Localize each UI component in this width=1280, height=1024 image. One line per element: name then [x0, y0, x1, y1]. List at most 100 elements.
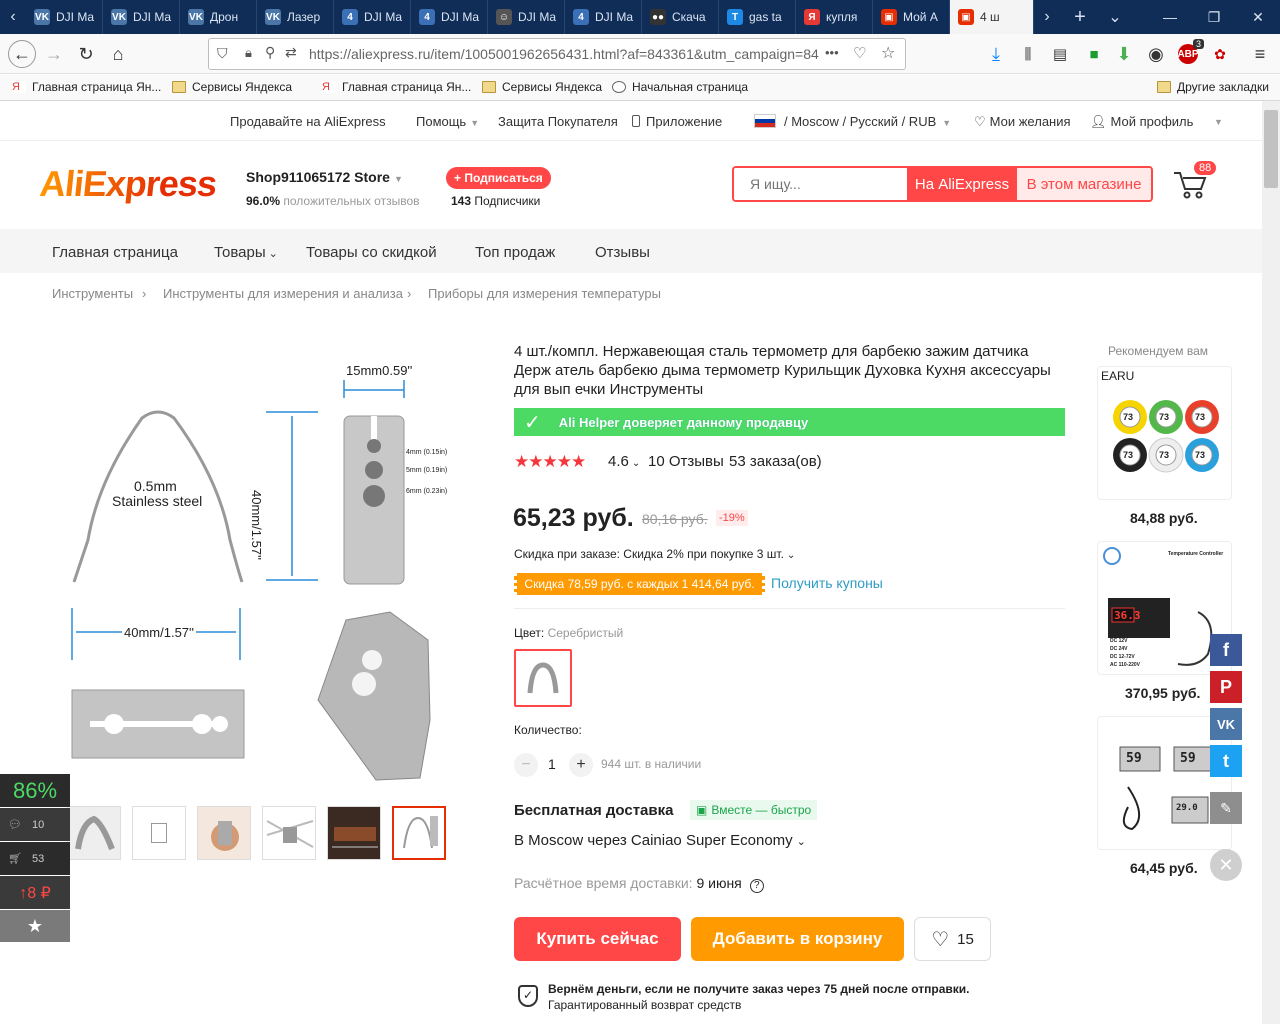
browser-tab[interactable]: ▣ Мой А [873, 0, 950, 34]
aliexpress-logo[interactable]: AliExpress [38, 163, 218, 205]
buyer-protection-link[interactable]: Защита Покупателя [498, 114, 618, 129]
cart-icon[interactable]: 88 [1172, 161, 1217, 208]
quantity-input[interactable]: 1 [548, 756, 556, 772]
browser-tab[interactable]: ☺ DJI Ma [488, 0, 565, 34]
color-option-selected[interactable] [514, 649, 572, 707]
nav-top-sales[interactable]: Топ продаж [475, 244, 555, 261]
shield-icon[interactable]: ⛉ [217, 45, 228, 62]
rating-stars[interactable]: ★★★★★ [514, 452, 586, 472]
product-main-image[interactable]: 15mm0.59'' 40mm/1.57'' 40mm/1.57'' 0.5mm… [50, 340, 450, 790]
sidebar-icon[interactable]: ▤ [1048, 42, 1072, 66]
buy-now-button[interactable]: Купить сейчас [514, 917, 681, 961]
add-to-cart-button[interactable]: Добавить в корзину [691, 917, 904, 961]
region-selector[interactable]: / Moscow / Русский / RUB ▼ [754, 114, 951, 129]
thumbnail[interactable] [132, 806, 186, 860]
page-scrollbar[interactable] [1262, 101, 1280, 1024]
breadcrumb-item[interactable]: Инструменты для измерения и анализа [163, 286, 403, 301]
pinterest-share-icon[interactable]: P [1210, 671, 1242, 703]
pocket-icon[interactable]: ♡ [853, 44, 866, 62]
edit-icon[interactable]: ✎ [1210, 792, 1242, 824]
nav-home[interactable]: Главная страница [52, 244, 178, 261]
extension-icon[interactable]: ✿ [1208, 42, 1232, 66]
home-button[interactable]: ⌂ [106, 42, 130, 66]
chevron-down-icon[interactable]: ▼ [1214, 117, 1223, 127]
bookmark-item[interactable]: Сервисы Яндекса [482, 80, 602, 94]
thumbnail[interactable] [197, 806, 251, 860]
shipping-method[interactable]: В Moscow через Cainiao Super Economy ⌄ [514, 832, 806, 849]
wishlist-button[interactable]: ♡ 15 [914, 917, 991, 961]
reviews-count[interactable]: 10 Отзывы [648, 453, 724, 470]
browser-tab[interactable]: 4 DJI Ma [411, 0, 488, 34]
reload-button[interactable]: ↻ [74, 42, 98, 66]
facebook-share-icon[interactable]: f [1210, 634, 1242, 666]
nav-products[interactable]: Товары ⌄ [214, 244, 278, 261]
helper-favorite[interactable]: ★ [0, 910, 70, 942]
menu-icon[interactable]: ≡ [1248, 42, 1272, 66]
nav-discounts[interactable]: Товары со скидкой [306, 244, 437, 261]
tab-scroll-right-icon[interactable]: › [1034, 0, 1060, 34]
twitter-share-icon[interactable]: t [1210, 745, 1242, 777]
browser-tab[interactable]: VK Лазер [257, 0, 334, 34]
sell-link[interactable]: Продавайте на AliExpress [230, 114, 386, 129]
bookmark-item[interactable]: Начальная страница [612, 80, 748, 94]
browser-tab[interactable]: VK DJI Ma [103, 0, 180, 34]
url-text[interactable]: https://aliexpress.ru/item/1005001962656… [309, 46, 829, 62]
address-bar[interactable]: ⛉ 🔒︎ ⚲ ⇄ https://aliexpress.ru/item/1005… [208, 38, 906, 70]
account-icon[interactable]: ◉ [1144, 42, 1168, 66]
download-icon[interactable]: ⤓ [984, 42, 1008, 66]
close-icon[interactable]: ✕ [1210, 849, 1242, 881]
minimize-icon[interactable]: — [1148, 0, 1192, 34]
quantity-increase-button[interactable]: + [569, 753, 593, 777]
browser-tab[interactable]: Якупля [796, 0, 873, 34]
search-aliexpress-button[interactable]: На AliExpress [907, 168, 1017, 200]
helper-comments[interactable]: 💬︎ 10 [0, 808, 70, 841]
get-coupons-link[interactable]: Получить купоны [771, 575, 883, 591]
coupon-badge[interactable]: Скидка 78,59 руб. с каждых 1 414,64 руб. [514, 573, 765, 595]
permissions-icon[interactable]: ⚲ [265, 44, 275, 61]
bookmark-item[interactable]: Я Главная страница Ян... [322, 80, 471, 94]
scrollbar-thumb[interactable] [1264, 110, 1278, 188]
bookmark-item[interactable]: Я Главная страница Ян... [12, 80, 161, 94]
thumbnail[interactable] [67, 806, 121, 860]
browser-tab[interactable]: Tgas ta [719, 0, 796, 34]
page-actions-icon[interactable]: ••• [825, 45, 839, 60]
adblock-icon[interactable]: ABP 3 [1176, 39, 1204, 66]
store-name[interactable]: Shop911065172 Store ▼ [246, 169, 403, 185]
browser-tab[interactable]: VK DJI Ma [26, 0, 103, 34]
browser-tab[interactable]: 4 DJI Ma [334, 0, 411, 34]
lock-icon[interactable]: 🔒︎ [245, 45, 252, 61]
tab-list-icon[interactable]: ⌄ [1100, 0, 1130, 34]
helper-price-change[interactable]: ↑8 ₽ [0, 876, 70, 909]
breadcrumb-item[interactable]: Инструменты [52, 286, 133, 301]
browser-tab[interactable]: VK Дрон [180, 0, 257, 34]
breadcrumb-item[interactable]: Приборы для измерения температуры [428, 286, 661, 301]
forward-button[interactable]: → [42, 42, 66, 66]
helper-orders[interactable]: 🛒︎ 53 [0, 842, 70, 875]
library-icon[interactable]: ⫼ [1016, 42, 1040, 66]
tab-scroll-left-icon[interactable]: ‹ [0, 0, 26, 34]
quantity-decrease-button[interactable]: − [514, 753, 538, 777]
help-icon[interactable]: ? [749, 879, 764, 893]
helper-score[interactable]: 86% [0, 774, 70, 807]
order-discount[interactable]: Скидка при заказе: Скидка 2% при покупке… [514, 547, 795, 561]
browser-tab[interactable]: 4 DJI Ma [565, 0, 642, 34]
thumbnail-selected[interactable] [392, 806, 446, 860]
share-icon[interactable]: ⇄ [285, 44, 297, 61]
thumbnail[interactable] [262, 806, 316, 860]
extension-icon[interactable]: ■ [1082, 42, 1106, 66]
search-store-button[interactable]: В этом магазине [1017, 168, 1151, 200]
profile-link[interactable]: 👤︎ Мой профиль [1090, 114, 1193, 130]
bookmark-star-icon[interactable]: ☆ [881, 43, 895, 63]
app-link[interactable]: Приложение [632, 114, 722, 129]
new-tab-icon[interactable]: + [1060, 0, 1100, 34]
recommend-item[interactable]: EARU 73 73 73 73 73 73 [1097, 366, 1232, 500]
restore-icon[interactable]: ❐ [1192, 0, 1236, 34]
wishlist-link[interactable]: ♡ Мои желания [974, 114, 1071, 130]
close-window-icon[interactable]: ✕ [1236, 0, 1280, 34]
bookmark-item[interactable]: Сервисы Яндекса [172, 80, 292, 94]
vk-share-icon[interactable]: VK [1210, 708, 1242, 740]
help-link[interactable]: Помощь ▼ [416, 114, 479, 129]
rating-value[interactable]: 4.6 ⌄ [608, 453, 640, 470]
back-button[interactable]: ← [8, 40, 36, 68]
browser-tab[interactable]: ●● Скача [642, 0, 719, 34]
